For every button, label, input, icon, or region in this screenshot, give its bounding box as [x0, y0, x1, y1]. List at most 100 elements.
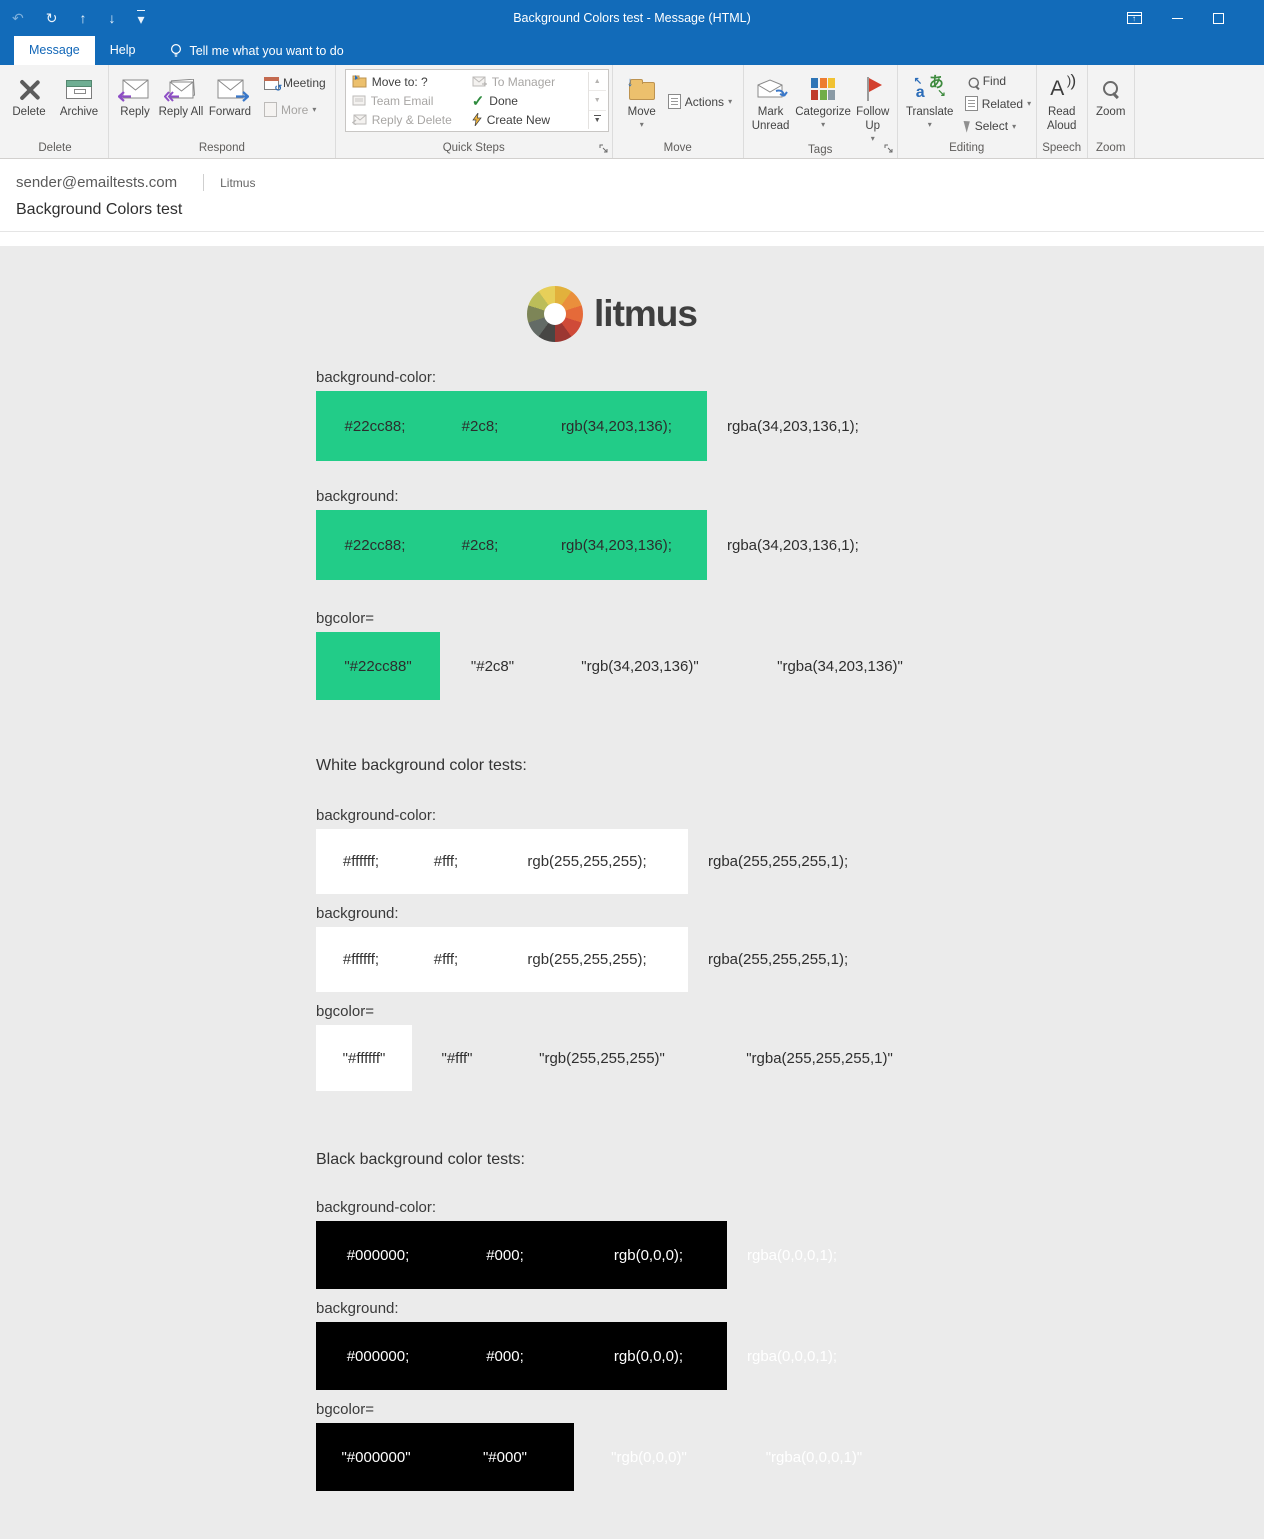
group-label-delete: Delete [38, 142, 72, 154]
archive-button[interactable]: Archive [53, 68, 105, 120]
next-item-icon[interactable]: ↓ [108, 11, 115, 25]
quick-step-team-email[interactable]: Team Email [348, 94, 468, 108]
color-value-unrendered: "#2c8" [470, 657, 515, 675]
color-value-unrendered: rgba(34,203,136,1); [727, 536, 859, 554]
property-label: background: [316, 488, 399, 505]
color-value: #22cc88; [344, 417, 406, 435]
find-magnifier-icon [967, 76, 979, 89]
tell-me-box[interactable]: Tell me what you want to do [170, 36, 344, 65]
read-aloud-icon: A [1050, 71, 1076, 101]
translate-icon: a あ ↖ ↘ [913, 74, 946, 101]
more-respond-button[interactable]: More ▾ [264, 102, 326, 117]
translate-button[interactable]: a あ ↖ ↘ Translate ▾ [901, 68, 959, 129]
quick-steps-gallery: Move to: ? Team Email Reply & Delete To … [344, 69, 609, 132]
black-color-bar: #000000; #000; rgb(0,0,0); [316, 1322, 727, 1390]
background-test-row: #ffffff; #fff; rgb(255,255,255); rgba(25… [316, 927, 1264, 992]
quick-steps-more-icon[interactable]: ▼ [589, 111, 606, 129]
color-value-unrendered: rgba(0,0,0,1); [747, 1347, 838, 1365]
color-value: #fff; [433, 853, 459, 870]
quick-step-to-manager[interactable]: To Manager [468, 75, 586, 89]
reply-all-envelope-icon [163, 79, 195, 102]
meeting-button[interactable]: Meeting [264, 76, 326, 94]
color-value: #2c8; [461, 417, 499, 435]
color-swatch-cell: "#ffffff" [316, 1025, 412, 1091]
black-color-tests: Black background color tests: background… [316, 1151, 1264, 1491]
dropdown-arrow-icon: ▾ [728, 97, 733, 106]
customize-qat-icon[interactable]: ▾ [137, 10, 145, 26]
group-label-tags: Tags [744, 143, 897, 158]
group-delete: Delete Archive Delete [2, 65, 109, 158]
zoom-magnifier-icon [1101, 79, 1121, 99]
select-button[interactable]: Select ▾ [963, 119, 1031, 133]
color-swatch-cell: "#000000" "#000" [316, 1423, 574, 1491]
color-value: #000; [486, 1347, 524, 1365]
ribbon-filler [1135, 65, 1264, 158]
forward-envelope-icon [217, 79, 249, 102]
color-value-unrendered: "rgba(34,203,136)" [777, 657, 903, 675]
email-body: litmus background-color: #22cc88; #2c8; … [0, 246, 1264, 1539]
color-value: #fff; [433, 951, 459, 968]
related-button[interactable]: Related ▾ [964, 96, 1031, 111]
color-value: #ffffff; [342, 853, 380, 870]
color-value: "#000" [482, 1448, 528, 1466]
tell-me-label: Tell me what you want to do [189, 43, 344, 58]
tab-message[interactable]: Message [14, 36, 95, 65]
color-value: rgb(0,0,0); [613, 1347, 684, 1365]
property-label: bgcolor= [316, 610, 374, 627]
quick-step-reply-delete[interactable]: Reply & Delete [348, 113, 468, 127]
to-manager-icon [472, 76, 487, 87]
previous-item-icon[interactable]: ↑ [79, 11, 86, 25]
section-heading: Black background color tests: [316, 1151, 525, 1168]
quick-step-move-to[interactable]: Move to: ? [348, 75, 468, 89]
categorize-button[interactable]: Categorize ▾ [794, 68, 851, 129]
title-bar: ↶ ↻ ↑ ↓ ▾ Background Colors test - Messa… [0, 0, 1264, 36]
dropdown-arrow-icon: ▾ [639, 119, 644, 129]
window-controls [1127, 12, 1264, 24]
send-receive-icon[interactable]: ↻ [46, 11, 58, 25]
delete-button[interactable]: Delete [5, 68, 53, 120]
reply-all-button[interactable]: Reply All [158, 68, 204, 120]
litmus-color-wheel-icon [527, 286, 584, 342]
scroll-down-icon[interactable]: ▼ [588, 91, 606, 111]
dialog-launcher-icon[interactable] [884, 144, 894, 154]
mark-unread-envelope-icon [757, 79, 788, 99]
quick-step-create-new[interactable]: Create New [468, 113, 586, 127]
ribbon-display-options-icon[interactable] [1127, 12, 1142, 24]
move-button[interactable]: ↓ Move ▾ [616, 68, 668, 129]
scroll-up-icon[interactable]: ▲ [588, 72, 606, 92]
color-value-unrendered: "#fff" [441, 1049, 473, 1067]
group-label-editing: Editing [949, 142, 985, 154]
minimize-icon[interactable] [1172, 17, 1183, 19]
tab-help[interactable]: Help [95, 36, 151, 65]
maximize-icon[interactable] [1213, 12, 1224, 24]
color-value-unrendered: rgba(255,255,255,1); [708, 853, 849, 870]
bgcolor-attr-test-row: "#000000" "#000" "rgb(0,0,0)" "rgba(0,0,… [316, 1423, 1264, 1491]
zoom-button[interactable]: Zoom [1091, 68, 1131, 120]
color-value: rgb(0,0,0); [613, 1246, 684, 1264]
dropdown-arrow-icon: ▾ [821, 119, 826, 129]
ribbon-tab-bar: Message Help Tell me what you want to do [0, 36, 1264, 65]
quick-step-done[interactable]: ✓ Done [468, 92, 586, 110]
dropdown-arrow-icon: ▾ [312, 105, 317, 114]
header-divider [203, 174, 205, 191]
property-label: bgcolor= [316, 1003, 374, 1020]
color-value: #22cc88; [344, 536, 406, 554]
find-button[interactable]: Find [965, 74, 1031, 89]
dropdown-arrow-icon: ▾ [870, 133, 875, 143]
group-label-respond: Respond [198, 142, 245, 154]
actions-button[interactable]: Actions ▾ [667, 94, 733, 109]
actions-page-icon [667, 94, 681, 109]
reply-button[interactable]: Reply [112, 68, 158, 120]
mark-unread-button[interactable]: Mark Unread [747, 68, 795, 134]
meeting-calendar-icon [264, 76, 282, 94]
message-subject: Background Colors test [16, 201, 183, 218]
color-swatch-cell: "#22cc88" [316, 632, 440, 700]
undo-icon[interactable]: ↶ [12, 11, 24, 25]
white-color-bar: #ffffff; #fff; rgb(255,255,255); [316, 927, 688, 992]
dialog-launcher-icon[interactable] [599, 144, 609, 154]
follow-up-button[interactable]: Follow Up ▾ [852, 68, 894, 143]
forward-button[interactable]: Forward [204, 68, 256, 120]
property-label: background: [316, 1300, 399, 1317]
color-value-unrendered: rgba(0,0,0,1); [747, 1246, 838, 1264]
read-aloud-button[interactable]: A Read Aloud [1040, 68, 1084, 134]
